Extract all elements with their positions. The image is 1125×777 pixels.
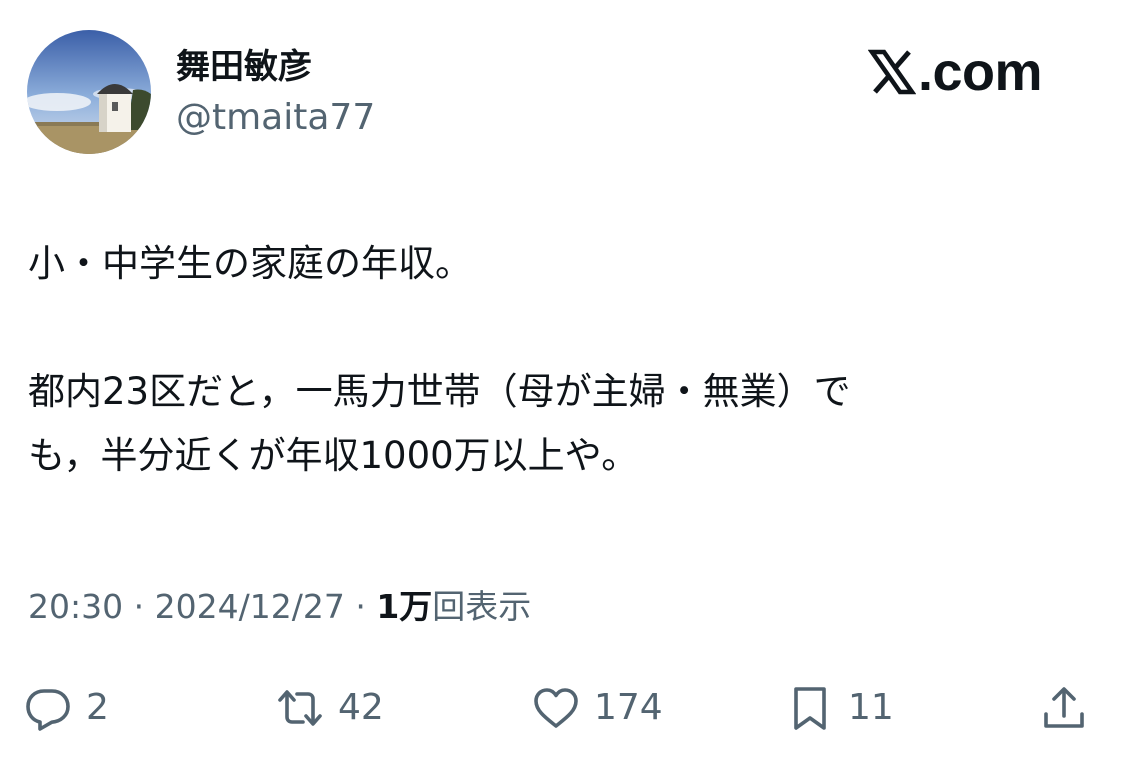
avatar-photo bbox=[27, 30, 151, 154]
avatar[interactable] bbox=[27, 30, 151, 154]
x-com-brand: .com bbox=[868, 36, 1043, 108]
meta-separator: · bbox=[133, 587, 145, 626]
author-handle[interactable]: @tmaita77 bbox=[176, 92, 375, 144]
tweet-date[interactable]: 2024/12/27 bbox=[155, 587, 345, 626]
like-button[interactable]: 174 bbox=[532, 680, 663, 736]
action-bar: 2 42 174 11 bbox=[0, 680, 1125, 736]
tweet-line-2: 都内23区だと，一馬力世帯（母が主婦・無業）で bbox=[28, 370, 851, 413]
bookmark-count: 11 bbox=[848, 687, 894, 728]
retweet-button[interactable]: 42 bbox=[276, 680, 384, 736]
tweet-time[interactable]: 20:30 bbox=[28, 587, 123, 626]
bookmark-icon bbox=[794, 687, 826, 730]
share-upload-icon bbox=[1044, 687, 1084, 728]
tweet-line-1: 小・中学生の家庭の年収。 bbox=[28, 242, 472, 285]
share-button[interactable] bbox=[1040, 680, 1088, 736]
retweet-count: 42 bbox=[338, 687, 384, 728]
like-count: 174 bbox=[594, 687, 663, 728]
views-label: 回表示 bbox=[432, 587, 532, 626]
reply-button[interactable]: 2 bbox=[24, 680, 109, 736]
meta-separator: · bbox=[355, 587, 366, 626]
brand-domain-text: .com bbox=[918, 42, 1043, 102]
views-count: 1万 bbox=[376, 587, 433, 626]
tweet-line-3: も，半分近くが年収1000万以上や。 bbox=[28, 434, 639, 477]
x-logo-icon bbox=[868, 49, 916, 95]
heart-icon bbox=[534, 688, 578, 728]
reply-bubble-icon bbox=[26, 689, 70, 731]
retweet-icon bbox=[278, 690, 322, 726]
bookmark-button[interactable]: 11 bbox=[786, 680, 894, 736]
tweet-text: 小・中学生の家庭の年収。 都内23区だと，一馬力世帯（母が主婦・無業）で も，半… bbox=[28, 232, 1078, 488]
tweet-meta: 20:30 · 2024/12/27 · 1万回表示 bbox=[28, 582, 531, 632]
author-display-name[interactable]: 舞田敏彦 bbox=[176, 42, 312, 92]
reply-count: 2 bbox=[86, 687, 109, 728]
